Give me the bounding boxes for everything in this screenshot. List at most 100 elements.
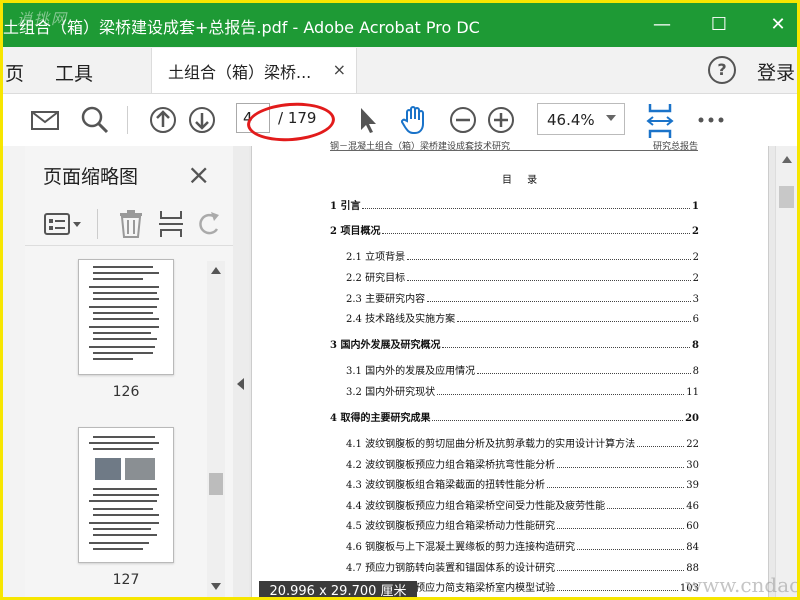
scroll-up-icon[interactable] (782, 156, 792, 163)
panel-close-icon[interactable]: × (187, 158, 210, 191)
toc-entry-title: 3 国内外发展及研究概况 (330, 340, 441, 351)
toc-leader-dots (547, 487, 685, 488)
maximize-button[interactable]: ☐ (704, 11, 734, 39)
page-header-rule (330, 150, 698, 151)
zoom-out-icon[interactable] (447, 104, 479, 136)
toc-entry-title: 4.5 波纹钢腹板预应力组合箱梁桥动力性能研究 (346, 521, 556, 532)
search-icon[interactable] (79, 104, 111, 136)
toc-leader-dots (557, 467, 685, 468)
tab-close-icon[interactable]: × (333, 60, 346, 79)
scroll-thumb[interactable] (209, 473, 223, 495)
toc-entry[interactable]: 2.3 主要研究内容 3 (346, 290, 699, 305)
scroll-up-icon[interactable] (211, 267, 221, 274)
toc-entry[interactable]: 4 取得的主要研究成果 20 (330, 409, 699, 424)
toc-entry[interactable]: 4.2 波纹钢腹板预应力组合箱梁桥抗弯性能分析 30 (346, 456, 699, 471)
toc-leader-dots (557, 570, 685, 571)
scroll-down-icon[interactable] (211, 583, 221, 590)
toc-entry-title: 4.3 波纹钢腹板组合箱梁截面的扭转性能分析 (346, 480, 546, 491)
toc-entry-page: 20 (685, 413, 699, 424)
thumbnail-options-icon[interactable] (43, 211, 83, 237)
menu-home[interactable]: 页 (5, 59, 24, 86)
zoom-in-icon[interactable] (485, 104, 517, 136)
minimize-button[interactable]: — (647, 11, 677, 39)
toc-entry[interactable]: 3 国内外发展及研究概况 8 (330, 336, 699, 351)
toc-entry[interactable]: 1 引言 1 (330, 197, 699, 212)
toc-leader-dots (407, 259, 691, 260)
toc-entry-page: 2 (692, 273, 699, 284)
toc-entry-page: 6 (692, 314, 699, 325)
toc-entry-title: 2.1 立项背景 (346, 252, 406, 263)
toc-entry-page: 60 (686, 521, 699, 532)
toc-entry-title: 3.1 国内外的发展及应用情况 (346, 366, 476, 377)
zoom-select[interactable]: 46.4% (537, 103, 625, 135)
toc-entry-page: 30 (686, 460, 699, 471)
thumbnails-panel: 页面缩略图 × 126 127 (25, 146, 233, 597)
document-tab[interactable]: 土组合（箱）梁桥... × (151, 48, 357, 93)
toc-entry[interactable]: 4.4 波纹钢腹板预应力组合箱梁桥空间受力性能及疲劳性能 46 (346, 497, 699, 512)
thumbnail-page-number: 126 (112, 384, 140, 400)
toc-entry-page: 11 (686, 387, 699, 398)
panel-title: 页面缩略图 (43, 166, 139, 188)
select-arrow-icon[interactable] (351, 104, 383, 136)
hand-tool-icon[interactable] (398, 104, 430, 136)
page-thumbnail[interactable] (78, 427, 174, 563)
toc-entry-page: 2 (692, 226, 699, 237)
toc-leader-dots (577, 549, 685, 550)
panel-collapse-bar[interactable] (233, 146, 249, 597)
chevron-down-icon (606, 115, 616, 121)
toc-leader-dots (442, 347, 691, 348)
toc-entry[interactable]: 4.7 预应力钢筋转向装置和锚固体系的设计研究 88 (346, 559, 699, 574)
collapse-arrow-icon[interactable] (237, 378, 244, 390)
toc-entry-page: 2 (692, 252, 699, 263)
toc-leader-dots (362, 208, 691, 209)
thumbnail-page-number: 127 (112, 572, 140, 588)
toc-leader-dots (427, 301, 691, 302)
toc-entry[interactable]: 4.1 波纹钢腹板的剪切屈曲分析及抗剪承载力的实用设计计算方法 22 (346, 435, 699, 450)
scroll-thumb[interactable] (779, 186, 794, 208)
document-area: 钢－混凝土组合（箱）梁桥建设成套技术研究 研究总报告 目 录 1 引言 1 2 项目… (249, 142, 775, 597)
watermark-top-left: 逍挑网 (17, 10, 69, 28)
rotate-icon[interactable] (197, 209, 221, 239)
arrow-up-circle-icon[interactable] (147, 104, 179, 136)
toc-entry[interactable]: 2.2 研究目标 2 (346, 269, 699, 284)
help-icon[interactable]: ? (708, 56, 736, 84)
menu-tools[interactable]: 工具 (55, 59, 93, 86)
toc-entry-title: 4.1 波纹钢腹板的剪切屈曲分析及抗剪承载力的实用设计计算方法 (346, 439, 636, 450)
toc-entry[interactable]: 2 项目概况 2 (330, 222, 699, 237)
toc-entry[interactable]: 2.1 立项背景 2 (346, 248, 699, 263)
arrow-down-circle-icon[interactable] (186, 104, 218, 136)
panel-separator (97, 209, 98, 239)
toc-entry[interactable]: 2.4 技术路线及实施方案 6 (346, 310, 699, 325)
menu-bar: 页 工具 (3, 47, 797, 94)
toc-entry[interactable]: 4.3 波纹钢腹板组合箱梁截面的扭转性能分析 39 (346, 476, 699, 491)
toc-entry-page: 46 (686, 501, 699, 512)
page-thumbnail[interactable] (78, 259, 174, 375)
toc-leader-dots (437, 394, 685, 395)
title-bar: 土组合（箱）梁桥建设成套+总报告.pdf - Adobe Acrobat Pro… (3, 3, 797, 47)
toc-entry[interactable]: 3.2 国内外研究现状 11 (346, 383, 699, 398)
mail-icon[interactable] (29, 104, 61, 136)
toc-entry[interactable]: 3.1 国内外的发展及应用情况 8 (346, 362, 699, 377)
fit-page-icon[interactable] (643, 102, 677, 140)
document-scrollbar[interactable] (775, 146, 797, 597)
toc-entry-title: 4.4 波纹钢腹板预应力组合箱梁桥空间受力性能及疲劳性能 (346, 501, 606, 512)
close-button[interactable]: ✕ (763, 11, 793, 39)
toc-entry-page: 8 (692, 366, 699, 377)
toc-entry-page: 84 (686, 542, 699, 553)
extract-page-icon[interactable] (157, 209, 185, 239)
toc-entry[interactable]: 4.5 波纹钢腹板预应力组合箱梁桥动力性能研究 60 (346, 517, 699, 532)
toc-leader-dots (407, 280, 691, 281)
trash-icon[interactable] (117, 209, 145, 239)
thumbnail-text-lines (89, 266, 159, 360)
page-size-tooltip: 20.996 x 29.700 厘米 (259, 581, 417, 597)
toc-entry-page: 8 (692, 340, 699, 351)
toc-entry[interactable]: 4.6 钢腹板与上下混凝土翼缘板的剪力连接构造研究 84 (346, 538, 699, 553)
toc-entry-title: 2.3 主要研究内容 (346, 294, 426, 305)
more-options-icon[interactable] (695, 104, 727, 136)
toc-leader-dots (607, 508, 685, 509)
zoom-value: 46.4% (547, 111, 595, 129)
thumbnail-scrollbar[interactable] (207, 261, 225, 597)
toc-entry-title: 4.6 钢腹板与上下混凝土翼缘板的剪力连接构造研究 (346, 542, 576, 553)
panel-toolbar (25, 201, 233, 246)
login-button[interactable]: 登录 (757, 58, 795, 85)
